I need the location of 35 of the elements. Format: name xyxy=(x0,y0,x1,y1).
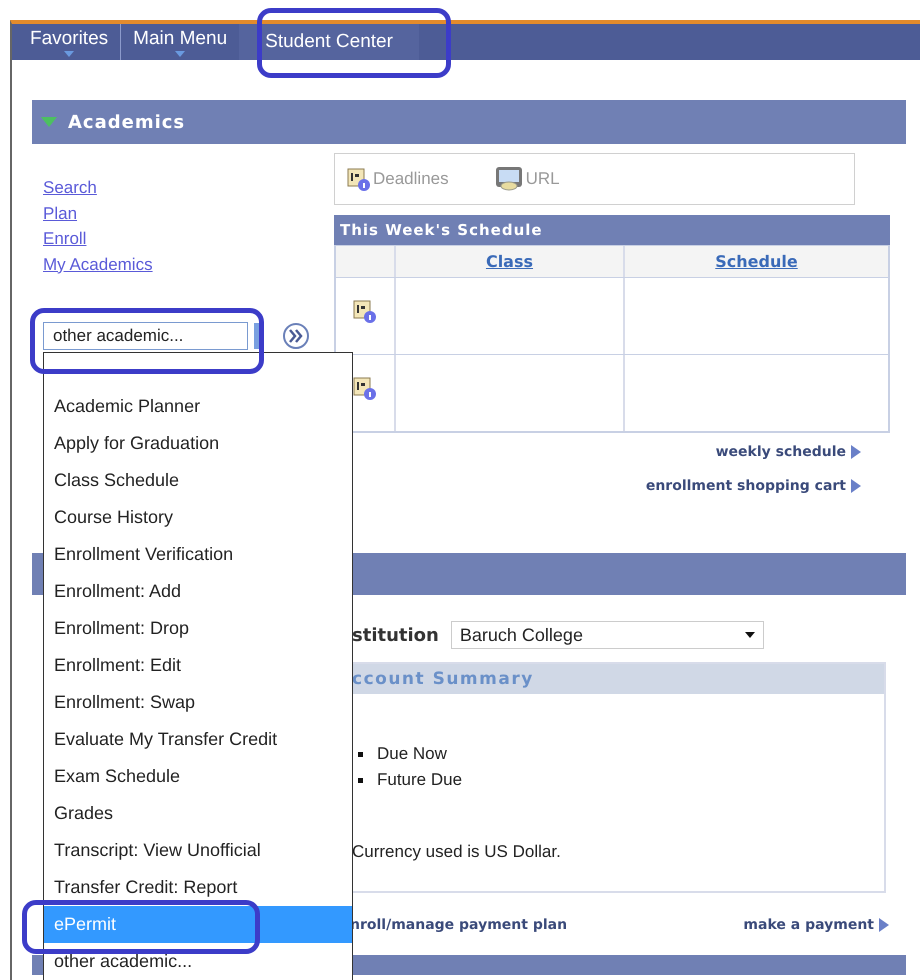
caret-icon xyxy=(744,632,755,638)
arrow-icon xyxy=(850,478,862,494)
currency-note: Currency used is US Dollar. xyxy=(351,842,562,862)
bullet-text: Due Now xyxy=(377,744,447,764)
bullet-text: Future Due xyxy=(377,770,462,790)
toolbar-label: URL xyxy=(526,169,560,189)
schedule-link[interactable]: enrollment shopping cart xyxy=(646,478,862,494)
nav-tab[interactable]: Favorites xyxy=(18,24,122,60)
field-label: stitution xyxy=(352,624,439,646)
panel-title: ccount Summary xyxy=(352,669,534,689)
monitor-icon xyxy=(494,165,524,193)
column-header[interactable]: Schedule xyxy=(715,252,798,271)
select-field[interactable]: other academic... xyxy=(43,322,248,350)
schedule-link[interactable]: weekly schedule xyxy=(716,444,862,460)
institution-select[interactable]: Baruch College xyxy=(450,621,764,649)
column-header[interactable]: Class xyxy=(486,252,534,271)
arrow-icon xyxy=(850,444,862,460)
nav-link[interactable]: Plan xyxy=(43,200,78,226)
nav-link[interactable]: My Academics xyxy=(43,252,153,277)
toolbar-label: Deadlines xyxy=(373,169,449,189)
calendar-info-icon xyxy=(347,166,371,192)
nav-tab[interactable]: Main Menu xyxy=(121,24,240,60)
nav-link[interactable]: Enroll xyxy=(43,226,86,252)
calendar-info-icon xyxy=(353,298,377,324)
payment-link[interactable]: make a payment xyxy=(743,917,890,933)
section-title: Academics xyxy=(68,112,186,132)
bullet-icon xyxy=(358,778,363,782)
payment-link[interactable]: nroll/manage payment plan xyxy=(350,917,568,933)
section-header[interactable]: Academics xyxy=(32,100,906,144)
arrow-icon xyxy=(878,917,890,933)
go-button[interactable] xyxy=(282,322,310,350)
bullet-icon xyxy=(358,752,363,756)
nav-tab[interactable]: Student Center xyxy=(239,24,419,60)
table-title: This Week's Schedule xyxy=(334,215,890,245)
nav-link[interactable]: Search xyxy=(43,175,97,200)
